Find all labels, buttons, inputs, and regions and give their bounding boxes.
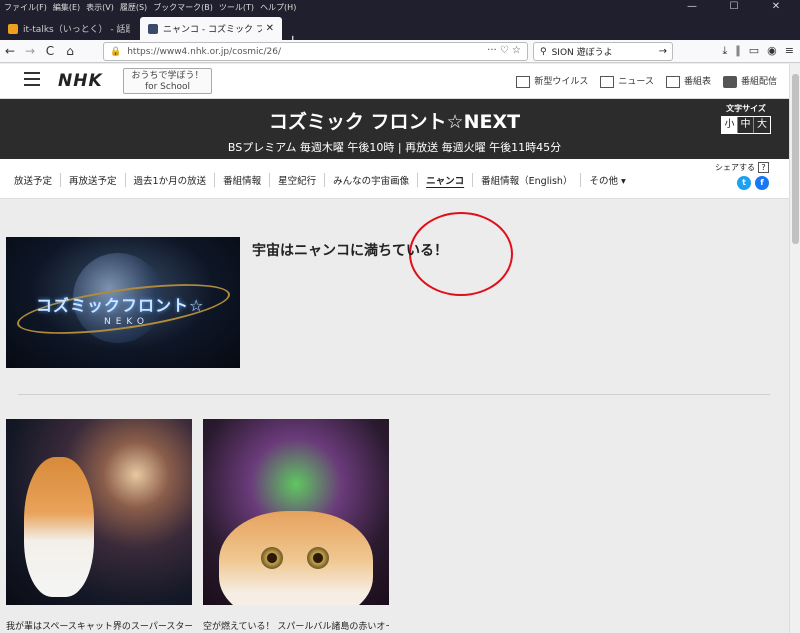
grid-icon (665, 75, 680, 88)
cat-card[interactable]: 我が輩はスペースキャット界のスーパースター (6, 419, 192, 632)
page-title: コズミック フロント☆NEXT (268, 111, 521, 133)
toolbar-right: ⤓ ∥ ▭ ◉ ≡ (722, 44, 794, 58)
header-links: 新型ウイルス ニュース 番組表 番組配信 (516, 74, 777, 88)
broadcast-schedule: BSプレミアム 毎週木曜 午後10時 | 再放送 毎週火曜 午後11時45分 (227, 141, 562, 154)
streaming-link-label: 番組配信 (740, 77, 777, 87)
program-nav: 放送予定 再放送予定 過去1か月の放送 番組情報 星空紀行 みんなの宇宙画像 ニ… (0, 159, 789, 199)
section-title: 宇宙はニャンコに満ちている！ (252, 243, 448, 259)
for-school-button[interactable]: おうちで学ぼう！ for School (123, 68, 212, 94)
menu-file[interactable]: ファイル(F) (4, 2, 47, 13)
font-size-medium-button[interactable]: 中 (738, 117, 754, 133)
nhk-favicon-icon (148, 23, 158, 34)
maximize-button[interactable]: ☐ (716, 0, 752, 14)
cat-aurora-image[interactable] (203, 419, 389, 605)
nhk-plus-icon (722, 75, 737, 88)
menu-tools[interactable]: ツール(T) (219, 2, 254, 13)
sidebar-icon[interactable]: ▭ (749, 44, 759, 58)
menu-edit[interactable]: 編集(E) (53, 2, 80, 13)
tab-bar: it-talks（いっとく） - 話題でつなが ニャンコ - コズミック フロン… (0, 14, 800, 50)
share-box: シェアする? t f (715, 162, 769, 190)
news-icon (516, 75, 531, 88)
search-text: SION 遊ぼうよ (551, 48, 613, 58)
back-button[interactable]: ← (0, 44, 20, 58)
hero-logo-text: コズミックフロント☆ (36, 296, 205, 315)
nav-bar: ← → C ⌂ 🔒 https://www4.nhk.or.jp/cosmic/… (0, 40, 800, 63)
school-line1: おうちで学ぼう！ (131, 71, 204, 81)
nav-nyanko[interactable]: ニャンコ (418, 173, 474, 187)
menu-history[interactable]: 履歴(S) (120, 2, 147, 13)
window-controls: — ☐ ✕ (674, 0, 800, 14)
tab-title: ニャンコ - コズミック フロント☆NEXT (163, 25, 262, 35)
virus-link-label: 新型ウイルス (534, 77, 589, 87)
virus-link[interactable]: 新型ウイルス (516, 74, 588, 88)
it-talks-favicon-icon (8, 23, 18, 34)
menu-bar: ファイル(F) 編集(E) 表示(V) 履歴(S) ブックマーク(B) ツール(… (0, 0, 800, 14)
hero-image: コズミックフロント☆ NEKO (6, 237, 240, 368)
home-button[interactable]: ⌂ (60, 44, 80, 58)
news-icon (600, 75, 615, 88)
site-header: NHK おうちで学ぼう！ for School 新型ウイルス ニュース 番組表 … (0, 64, 789, 99)
menu-help[interactable]: ヘルプ(H) (260, 2, 296, 13)
search-icon: ⚲ (540, 46, 547, 57)
font-size-label: 文字サイズ (726, 104, 766, 113)
library-icon[interactable]: ∥ (735, 44, 741, 58)
minimize-button[interactable]: — (674, 0, 710, 14)
news-link[interactable]: ニュース (600, 74, 654, 88)
cat-in-nebula-image[interactable] (6, 419, 192, 605)
reload-button[interactable]: C (40, 44, 60, 58)
font-size-large-button[interactable]: 大 (754, 117, 770, 133)
forward-button[interactable]: → (20, 44, 40, 58)
share-label: シェアする (715, 163, 755, 172)
page-content: NHK おうちで学ぼう！ for School 新型ウイルス ニュース 番組表 … (0, 64, 789, 633)
divider (18, 394, 770, 395)
card-caption[interactable]: 我が輩はスペースキャット界のスーパースター (6, 619, 192, 632)
school-line2: for School (144, 82, 191, 92)
card-caption[interactable]: 空が燃えている！ スパールバル諸島の赤いオーロ (203, 619, 389, 632)
tab-title: it-talks（いっとく） - 話題でつなが (23, 25, 130, 35)
hero-logo-sub: NEKO (104, 317, 149, 327)
nav-broadcast-schedule[interactable]: 放送予定 (6, 173, 62, 187)
nav-program-info-english[interactable]: 番組情報（English） (473, 173, 582, 187)
nav-rebroadcast[interactable]: 再放送予定 (61, 173, 126, 187)
nav-past-month[interactable]: 過去1か月の放送 (126, 173, 216, 187)
nav-space-images[interactable]: みんなの宇宙画像 (325, 173, 419, 187)
program-banner: コズミック フロント☆NEXT BSプレミアム 毎週木曜 午後10時 | 再放送… (0, 99, 789, 159)
news-link-label: ニュース (618, 77, 654, 87)
cat-figure (24, 457, 94, 597)
search-input[interactable]: ⚲ SION 遊ぼうよ → (533, 42, 673, 61)
hamburger-menu-icon[interactable] (24, 72, 40, 86)
scrollbar-thumb[interactable] (792, 74, 799, 244)
cat-eye (261, 547, 283, 569)
url-text: https://www4.nhk.or.jp/cosmic/26/ (127, 46, 281, 57)
menu-bookmarks[interactable]: ブックマーク(B) (153, 2, 213, 13)
tab-it-talks[interactable]: it-talks（いっとく） - 話題でつなが (0, 17, 138, 40)
font-size-small-button[interactable]: 小 (722, 117, 738, 133)
search-go-icon[interactable]: → (659, 46, 667, 57)
nav-more-dropdown[interactable]: その他 ▾ (581, 173, 633, 187)
lock-icon: 🔒 (110, 46, 122, 57)
cat-card[interactable]: 空が燃えている！ スパールバル諸島の赤いオーロ (203, 419, 389, 632)
tab-nyanko[interactable]: ニャンコ - コズミック フロント☆NEXT ✕ (140, 17, 282, 40)
nav-program-info[interactable]: 番組情報 (215, 173, 271, 187)
twitter-icon[interactable]: t (737, 176, 751, 190)
close-window-button[interactable]: ✕ (758, 0, 794, 14)
download-icon[interactable]: ⤓ (722, 44, 727, 58)
menu-view[interactable]: 表示(V) (86, 2, 114, 13)
schedule-link-label: 番組表 (683, 77, 711, 87)
schedule-link[interactable]: 番組表 (665, 74, 711, 88)
share-help-icon[interactable]: ? (758, 162, 769, 173)
nav-starry-sky[interactable]: 星空紀行 (270, 173, 326, 187)
page-actions-icon[interactable]: ··· ♡ ☆ (487, 45, 521, 56)
nhk-logo[interactable]: NHK (58, 71, 103, 91)
url-bar[interactable]: 🔒 https://www4.nhk.or.jp/cosmic/26/ ··· … (103, 42, 528, 61)
font-size-control: 文字サイズ 小 中 大 (721, 103, 771, 134)
streaming-link[interactable]: 番組配信 (722, 74, 777, 88)
close-tab-icon[interactable]: ✕ (266, 23, 274, 34)
menu-icon[interactable]: ≡ (785, 44, 794, 58)
cat-eye (307, 547, 329, 569)
account-icon[interactable]: ◉ (767, 44, 777, 58)
cat-figure (219, 511, 373, 605)
facebook-icon[interactable]: f (755, 176, 769, 190)
page-scrollbar[interactable] (789, 64, 800, 633)
